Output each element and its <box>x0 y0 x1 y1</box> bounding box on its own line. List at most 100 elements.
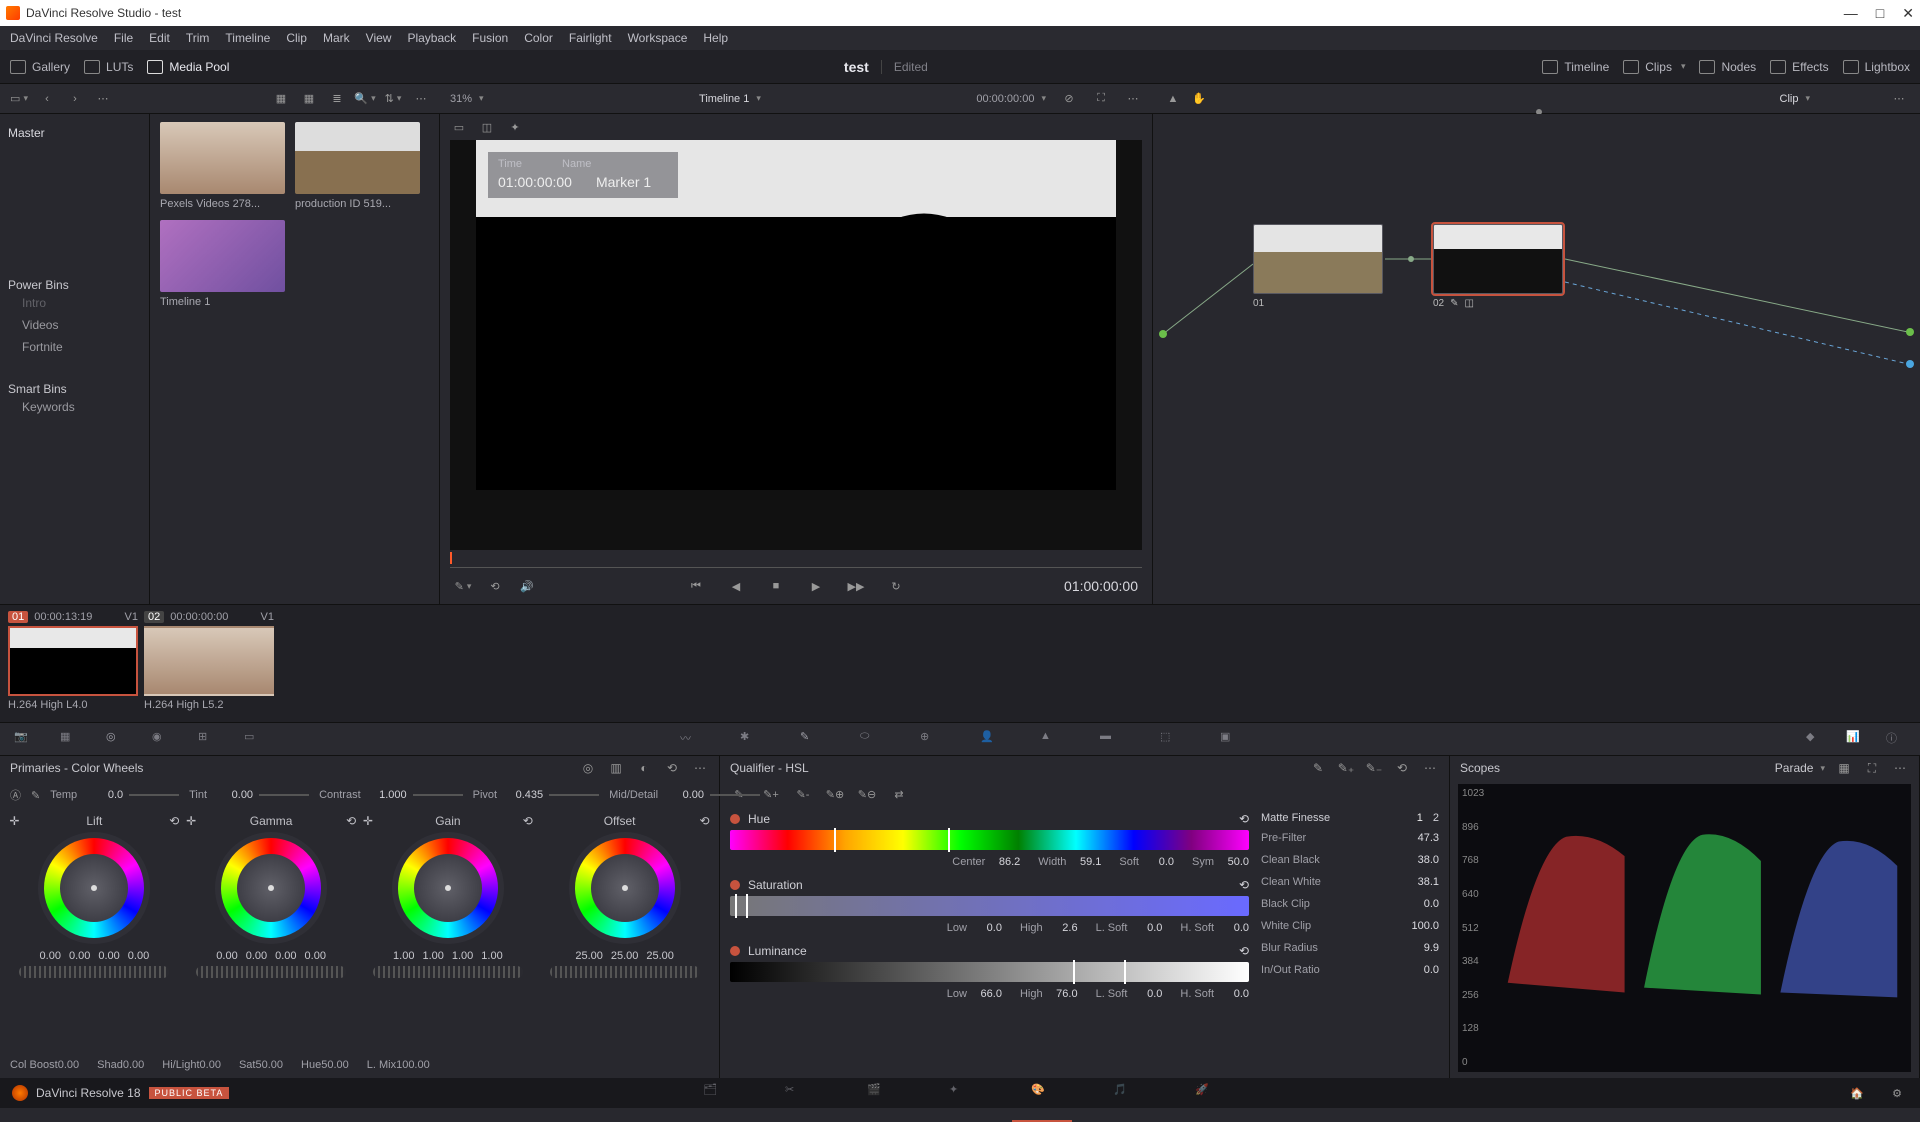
media-pool-tab[interactable]: Media Pool <box>147 60 229 74</box>
offset-reset-icon[interactable]: ⟲ <box>700 814 710 828</box>
viewer-canvas[interactable]: TimeName 01:00:00:00Marker 1 <box>450 140 1142 550</box>
split-mode-icon[interactable]: ◫ <box>478 119 496 135</box>
pool-clip[interactable]: production ID 519... <box>295 122 420 210</box>
gallery-tab[interactable]: Gallery <box>10 60 70 74</box>
scopes-expand-icon[interactable]: ⛶ <box>1863 760 1881 776</box>
tracker-icon[interactable]: ⊕ <box>920 730 940 748</box>
curves-icon[interactable]: 〰 <box>680 730 700 748</box>
pick-white-icon[interactable]: ✎ <box>31 787 40 803</box>
panel-options-icon[interactable]: ⋯ <box>691 760 709 776</box>
rgb-mixer-icon[interactable]: ⊞ <box>198 730 218 748</box>
gain-wheel[interactable]: ✛Gain⟲ 1.001.001.001.00 <box>363 814 533 1052</box>
pool-clip[interactable]: Timeline 1 <box>160 220 285 308</box>
picker-add-icon[interactable]: ✎₊ <box>1337 760 1355 776</box>
hue-reset-icon[interactable]: ⟲ <box>1239 812 1249 826</box>
mid-value[interactable]: 0.00 <box>664 789 704 801</box>
lightbox-tab[interactable]: Lightbox <box>1843 60 1910 74</box>
bin-master[interactable]: Master <box>8 120 141 150</box>
menu-fusion[interactable]: Fusion <box>472 31 508 45</box>
3d-icon[interactable]: ▣ <box>1220 730 1240 748</box>
clips-tab[interactable]: Clips <box>1623 60 1685 74</box>
menu-playback[interactable]: Playback <box>407 31 456 45</box>
menu-resolve[interactable]: DaVinci Resolve <box>10 31 98 45</box>
reset-icon[interactable]: ⟲ <box>663 760 681 776</box>
motion-icon[interactable]: ▭ <box>244 730 264 748</box>
pool-clip[interactable]: Pexels Videos 278... <box>160 122 285 210</box>
page-fusion-icon[interactable]: ✦ <box>949 1083 971 1103</box>
sat-toggle[interactable] <box>730 880 740 890</box>
info-icon[interactable]: ⓘ <box>1886 730 1906 748</box>
lift-wheel[interactable]: ✛Lift⟲ 0.000.000.000.00 <box>9 814 179 1052</box>
nav-fwd-icon[interactable]: › <box>66 91 84 107</box>
gain-reset-icon[interactable]: ⟲ <box>523 814 533 828</box>
menu-timeline[interactable]: Timeline <box>225 31 270 45</box>
scopes-toggle-icon[interactable]: 📊 <box>1846 730 1866 748</box>
qual-options-icon[interactable]: ⋯ <box>1421 760 1439 776</box>
settings-icon[interactable]: ⚙ <box>1888 1085 1906 1101</box>
grid-view-icon[interactable]: ▦ <box>300 91 318 107</box>
effects-tab[interactable]: Effects <box>1770 60 1828 74</box>
gamma-pick-icon[interactable]: ✛ <box>186 814 196 828</box>
hdr-icon[interactable]: ◉ <box>152 730 172 748</box>
invert-icon[interactable]: ⇄ <box>890 786 908 802</box>
lift-pick-icon[interactable]: ✛ <box>9 814 19 828</box>
tint-value[interactable]: 0.00 <box>213 789 253 801</box>
stop-icon[interactable]: ■ <box>767 578 785 594</box>
scopes-layout-icon[interactable]: ▦ <box>1835 760 1853 776</box>
warper-icon[interactable]: ✱ <box>740 730 760 748</box>
menu-fairlight[interactable]: Fairlight <box>569 31 612 45</box>
wheel-mode-icon[interactable]: ◎ <box>579 760 597 776</box>
gamma-wheel[interactable]: ✛Gamma⟲ 0.000.000.000.00 <box>186 814 356 1052</box>
pivot-value[interactable]: 0.435 <box>503 789 543 801</box>
keyframe-icon[interactable]: ◆ <box>1806 730 1826 748</box>
viewer-options-icon[interactable]: ⋯ <box>1124 91 1142 107</box>
bin-keywords[interactable]: Keywords <box>8 396 141 418</box>
lum-strip[interactable] <box>730 962 1249 982</box>
search-icon[interactable]: 🔍 <box>356 91 374 107</box>
page-deliver-icon[interactable]: 🚀 <box>1195 1083 1217 1103</box>
nodes-tab[interactable]: Nodes <box>1699 60 1756 74</box>
wheels-icon[interactable]: ◎ <box>106 730 126 748</box>
playhead[interactable] <box>450 552 452 564</box>
node-01[interactable]: 01 <box>1253 224 1393 309</box>
page-cut-icon[interactable]: ✂ <box>785 1083 807 1103</box>
mute-icon[interactable]: 🔊 <box>518 578 536 594</box>
page-media-icon[interactable]: 🗂 <box>703 1083 725 1103</box>
offset-jog[interactable] <box>550 966 700 978</box>
strip-clip-01[interactable]: 0100:00:13:19V1 H.264 High L4.0 <box>8 611 138 711</box>
play-icon[interactable]: ▶ <box>807 578 825 594</box>
lift-reset-icon[interactable]: ⟲ <box>169 814 179 828</box>
menu-view[interactable]: View <box>366 31 392 45</box>
menu-color[interactable]: Color <box>524 31 553 45</box>
menu-edit[interactable]: Edit <box>149 31 170 45</box>
sat-strip[interactable] <box>730 896 1249 916</box>
bin-intro[interactable]: Intro <box>8 292 141 314</box>
sort-icon[interactable]: ⇅ <box>384 91 402 107</box>
timeline-dropdown[interactable]: Timeline 1 <box>699 93 761 105</box>
expand-icon[interactable]: ⛶ <box>1092 91 1110 107</box>
bin-videos[interactable]: Videos <box>8 314 141 336</box>
unmix-icon[interactable]: ⟲ <box>486 578 504 594</box>
maximize-icon[interactable]: □ <box>1876 5 1884 22</box>
auto-balance-icon[interactable]: Ⓐ <box>10 787 21 803</box>
gamma-jog[interactable] <box>196 966 346 978</box>
node-options-icon[interactable]: ⋯ <box>1890 91 1908 107</box>
bin-fortnite[interactable]: Fortnite <box>8 336 141 358</box>
qual-reset-icon[interactable]: ⟲ <box>1393 760 1411 776</box>
gain-jog[interactable] <box>373 966 523 978</box>
graph-alpha-port[interactable] <box>1906 360 1914 368</box>
camera-raw-icon[interactable]: 📷 <box>14 730 34 748</box>
color-match-icon[interactable]: ▦ <box>60 730 80 748</box>
menu-trim[interactable]: Trim <box>186 31 210 45</box>
lum-toggle[interactable] <box>730 946 740 956</box>
qualifier-icon[interactable]: ✎ <box>800 730 820 748</box>
scrub-bar[interactable] <box>450 554 1142 568</box>
offset-wheel[interactable]: Offset⟲ 25.0025.0025.00 <box>540 814 710 1052</box>
graph-output-port[interactable] <box>1906 328 1914 336</box>
power-bins-header[interactable]: Power Bins <box>8 278 141 292</box>
matte-tab-1[interactable]: 1 <box>1417 812 1423 824</box>
contrast-value[interactable]: 1.000 <box>367 789 407 801</box>
more-icon[interactable]: ⋯ <box>94 91 112 107</box>
nav-back-icon[interactable]: ‹ <box>38 91 56 107</box>
node-02[interactable]: 02✎◫ <box>1433 224 1573 309</box>
